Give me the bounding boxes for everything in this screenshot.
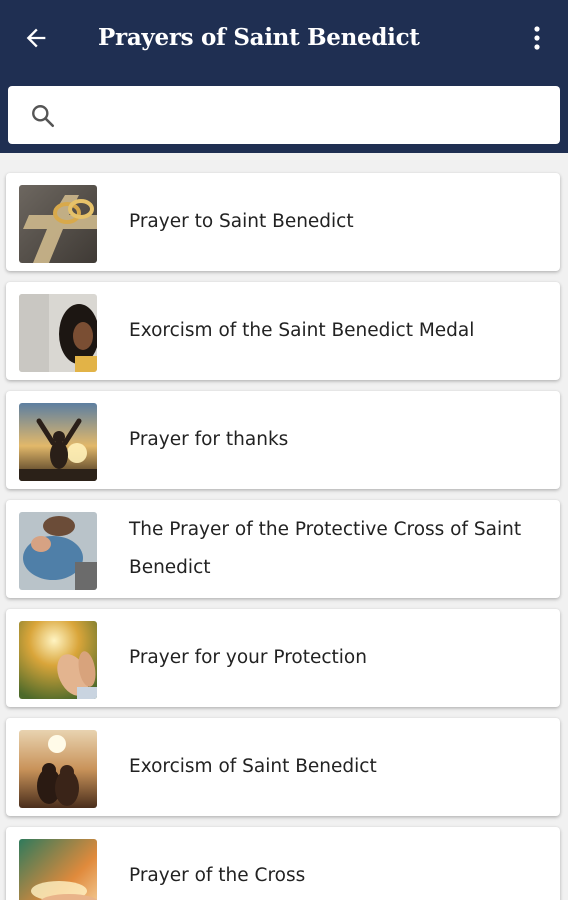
prayer-item[interactable]: Prayer to Saint Benedict	[6, 173, 560, 271]
prayer-item[interactable]: The Prayer of the Protective Cross of Sa…	[6, 500, 560, 598]
prayer-thumbnail	[19, 294, 97, 372]
prayer-title: The Prayer of the Protective Cross of Sa…	[129, 519, 522, 578]
arrow-left-icon	[26, 28, 46, 48]
prayer-thumbnail	[19, 403, 97, 481]
app-bar: Prayers of Saint Benedict	[0, 0, 568, 153]
prayer-item[interactable]: Prayer for thanks	[6, 391, 560, 489]
back-button[interactable]	[14, 18, 58, 58]
prayer-list: Prayer to Saint Benedict Exorcism of the…	[0, 153, 568, 900]
prayer-thumbnail	[19, 839, 97, 900]
prayer-title: Prayer for thanks	[129, 429, 289, 450]
prayer-item[interactable]: Prayer for your Protection	[6, 609, 560, 707]
prayer-thumbnail	[19, 730, 97, 808]
prayer-title: Prayer for your Protection	[129, 647, 367, 668]
prayer-title: Prayer of the Cross	[129, 865, 306, 886]
more-vertical-icon	[534, 26, 540, 50]
app-title: Prayers of Saint Benedict	[98, 24, 420, 51]
search-bar[interactable]	[8, 86, 560, 144]
prayer-title: Exorcism of the Saint Benedict Medal	[129, 320, 475, 341]
prayer-item[interactable]: Prayer of the Cross	[6, 827, 560, 900]
overflow-menu-button[interactable]	[522, 18, 552, 58]
prayer-title: Exorcism of Saint Benedict	[129, 756, 377, 777]
prayer-item[interactable]: Exorcism of Saint Benedict	[6, 718, 560, 816]
search-icon	[32, 105, 55, 128]
prayer-thumbnail	[19, 512, 97, 590]
search-input[interactable]	[70, 96, 540, 134]
prayer-title: Prayer to Saint Benedict	[129, 211, 354, 232]
prayer-thumbnail	[19, 621, 97, 699]
prayer-item[interactable]: Exorcism of the Saint Benedict Medal	[6, 282, 560, 380]
prayer-thumbnail	[19, 185, 97, 263]
